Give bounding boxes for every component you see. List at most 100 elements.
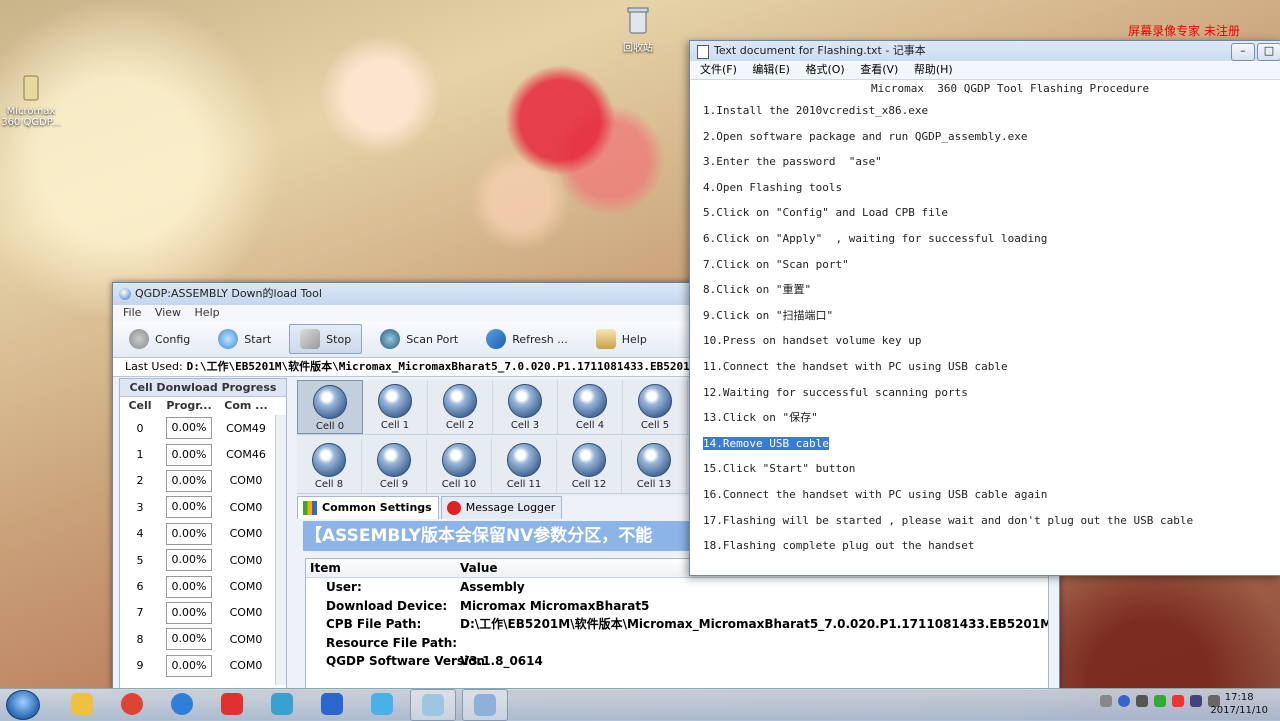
com-port: COM0 xyxy=(229,527,263,541)
column-cell[interactable]: Cell xyxy=(120,397,160,415)
taskbar-app[interactable] xyxy=(260,689,304,719)
progress-panel-title: Cell Donwload Progress xyxy=(120,379,286,397)
progress-cell: 0.00% xyxy=(160,628,218,651)
tab-label: Message Logger xyxy=(465,501,556,514)
config-button[interactable]: Config xyxy=(119,325,200,353)
notepad-titlebar[interactable]: Text document for Flashing.txt - 记事本 – □ xyxy=(690,41,1280,61)
desktop-icon-recycle-bin[interactable]: 回收站 xyxy=(603,5,673,54)
column-com[interactable]: Com ... xyxy=(218,397,274,415)
progress-scrollbar[interactable] xyxy=(275,415,286,685)
cell-button[interactable]: Cell 8 xyxy=(297,439,362,493)
cell-index: 4 xyxy=(136,527,144,541)
procedure-line: 8.Click on "重置" xyxy=(703,277,1280,303)
desktop-icon-folder[interactable]: Micromax 360 QGDP... xyxy=(0,72,66,128)
item-name: Resource File Path: xyxy=(326,635,458,650)
procedure-line: 3.Enter the password "ase" xyxy=(703,149,1280,175)
header-value[interactable]: Value xyxy=(460,559,498,577)
cell-button[interactable]: Cell 9 xyxy=(362,439,427,493)
menu-edit[interactable]: 编辑(E) xyxy=(752,63,790,76)
scan-port-button[interactable]: Scan Port xyxy=(370,325,468,353)
cell-button[interactable]: Cell 11 xyxy=(492,439,557,493)
progress-row[interactable]: 2 0.00% COM0 xyxy=(120,468,286,494)
header-item[interactable]: Item xyxy=(306,559,460,577)
clock[interactable]: 17:18 2017/11/10 xyxy=(1210,691,1268,717)
stop-icon xyxy=(300,329,321,349)
menu-help[interactable]: 帮助(H) xyxy=(914,63,953,76)
column-progress[interactable]: Progr... xyxy=(160,397,218,415)
progress-value: 0.00% xyxy=(166,417,212,440)
menu-file[interactable]: File xyxy=(123,306,141,319)
progress-value: 0.00% xyxy=(166,575,212,598)
table-row[interactable]: Resource File Path: xyxy=(306,634,1048,653)
help-button[interactable]: Help xyxy=(586,325,657,353)
table-row[interactable]: User: Assembly xyxy=(306,578,1048,597)
maximize-button[interactable]: □ xyxy=(1257,43,1280,61)
table-row[interactable]: CPB File Path: D:\工作\EB5201M\软件版本\Microma… xyxy=(306,615,1048,634)
taskbar-app[interactable] xyxy=(462,689,508,721)
menu-format[interactable]: 格式(O) xyxy=(805,63,844,76)
progress-row[interactable]: 9 0.00% COM0 xyxy=(120,653,286,679)
progress-row[interactable]: 0 0.00% COM49 xyxy=(120,415,286,441)
item-value: Micromax MicromaxBharat5 xyxy=(460,598,650,613)
tab-common-settings[interactable]: Common Settings xyxy=(297,496,439,519)
cell-button[interactable]: Cell 2 xyxy=(428,380,493,434)
procedure-line: 18.Flashing complete plug out the handse… xyxy=(703,533,1280,559)
progress-row[interactable]: 8 0.00% COM0 xyxy=(120,626,286,652)
com-port: COM0 xyxy=(229,606,263,620)
menu-file[interactable]: 文件(F) xyxy=(700,63,737,76)
sogou-icon[interactable] xyxy=(1172,695,1184,707)
usb-icon[interactable] xyxy=(1136,695,1148,707)
cell-button[interactable]: Cell 0 xyxy=(297,380,363,434)
cell-button[interactable]: Cell 12 xyxy=(557,439,622,493)
cell-button[interactable]: Cell 5 xyxy=(623,380,688,434)
progress-row[interactable]: 7 0.00% COM0 xyxy=(120,600,286,626)
menu-view[interactable]: 查看(V) xyxy=(860,63,898,76)
taskbar-app[interactable] xyxy=(410,689,456,721)
help-tray-icon[interactable] xyxy=(1118,695,1130,707)
stop-label: Stop xyxy=(326,332,352,346)
item-name: CPB File Path: xyxy=(326,617,422,631)
line-text: 4.Open Flashing tools xyxy=(703,180,843,194)
progress-row[interactable]: 5 0.00% COM0 xyxy=(120,547,286,573)
progress-row[interactable]: 1 0.00% COM46 xyxy=(120,441,286,467)
taskbar-app[interactable] xyxy=(210,689,254,719)
progress-cell: 0.00% xyxy=(160,601,218,624)
line-text: 12.Waiting for successful scanning ports xyxy=(703,385,968,399)
app-icon xyxy=(271,693,293,715)
globe-icon xyxy=(442,443,476,477)
line-text: 8.Click on "重置" xyxy=(703,283,812,297)
progress-row[interactable]: 4 0.00% COM0 xyxy=(120,521,286,547)
menu-help[interactable]: Help xyxy=(195,306,220,319)
minimize-button[interactable]: – xyxy=(1231,43,1255,61)
refresh-button[interactable]: Refresh ... xyxy=(476,325,578,353)
table-row[interactable]: Download Device: Micromax MicromaxBharat5 xyxy=(306,597,1048,616)
com-port: COM0 xyxy=(229,553,263,567)
cell-button[interactable]: Cell 3 xyxy=(493,380,558,434)
notepad-window[interactable]: Text document for Flashing.txt - 记事本 – □… xyxy=(689,40,1280,576)
table-row[interactable]: QGDP Software Version V3.1.8_0614 xyxy=(306,652,1048,671)
taskbar-app[interactable] xyxy=(310,689,354,719)
security-icon[interactable] xyxy=(1154,695,1166,707)
progress-row[interactable]: 3 0.00% COM0 xyxy=(120,494,286,520)
cell-button[interactable]: Cell 13 xyxy=(622,439,687,493)
taskbar-app[interactable] xyxy=(360,689,404,719)
keyboard-icon[interactable] xyxy=(1100,695,1112,707)
cell-button[interactable]: Cell 10 xyxy=(427,439,492,493)
last-used-path[interactable]: D:\工作\EB5201M\软件版本\Micromax_MicromaxBhar… xyxy=(187,360,750,373)
item-value: D:\工作\EB5201M\软件版本\Micromax_MicromaxBhar… xyxy=(460,617,1048,631)
progress-row[interactable]: 6 0.00% COM0 xyxy=(120,573,286,599)
cell-label: Cell 2 xyxy=(445,420,475,431)
taskbar-app[interactable] xyxy=(160,689,204,719)
cell-button[interactable]: Cell 4 xyxy=(558,380,623,434)
taskbar-app[interactable] xyxy=(60,689,104,719)
start-button[interactable]: Start xyxy=(208,325,281,353)
start-button[interactable] xyxy=(6,690,40,720)
cell-button[interactable]: Cell 1 xyxy=(363,380,428,434)
stop-button[interactable]: Stop xyxy=(289,324,363,354)
menu-view[interactable]: View xyxy=(155,306,181,319)
progress-cell: 0.00% xyxy=(160,522,218,545)
notepad-text-area[interactable]: Micromax 360 QGDP Tool Flashing Procedur… xyxy=(690,80,1280,559)
taskbar-app[interactable] xyxy=(110,689,154,719)
tab-message-logger[interactable]: Message Logger xyxy=(440,496,563,519)
network-icon[interactable] xyxy=(1190,695,1202,707)
